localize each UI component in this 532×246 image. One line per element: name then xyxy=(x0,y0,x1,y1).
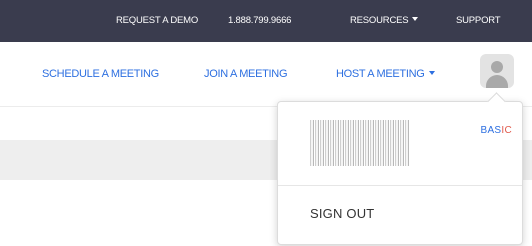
plan-badge: BASIC xyxy=(480,125,512,136)
support-link[interactable]: SUPPORT xyxy=(456,15,501,26)
resources-label: RESOURCES xyxy=(350,15,409,26)
resources-menu[interactable]: RESOURCES xyxy=(350,15,419,26)
top-utility-bar: REQUEST A DEMO 1.888.799.9666 RESOURCES … xyxy=(0,0,532,42)
dropdown-divider xyxy=(278,185,522,186)
chevron-down-icon xyxy=(428,71,435,75)
phone-number-link[interactable]: 1.888.799.9666 xyxy=(228,15,291,26)
chevron-down-icon xyxy=(412,17,419,21)
sign-out-button[interactable]: SIGN OUT xyxy=(310,206,374,221)
avatar-head-icon xyxy=(491,61,503,73)
redacted-account-name xyxy=(310,120,410,166)
main-nav: SCHEDULE A MEETING JOIN A MEETING HOST A… xyxy=(0,42,532,106)
host-meeting-label: HOST A MEETING xyxy=(336,68,425,80)
avatar-body-icon xyxy=(486,75,508,88)
plan-badge-prefix: BAS xyxy=(480,125,502,136)
request-demo-link[interactable]: REQUEST A DEMO xyxy=(116,15,198,26)
account-dropdown: BASIC SIGN OUT xyxy=(277,92,523,245)
schedule-meeting-link[interactable]: SCHEDULE A MEETING xyxy=(42,68,159,80)
user-avatar-button[interactable] xyxy=(480,54,514,88)
plan-badge-suffix: IC xyxy=(501,125,512,136)
host-meeting-menu[interactable]: HOST A MEETING xyxy=(336,68,435,80)
join-meeting-link[interactable]: JOIN A MEETING xyxy=(204,68,288,80)
